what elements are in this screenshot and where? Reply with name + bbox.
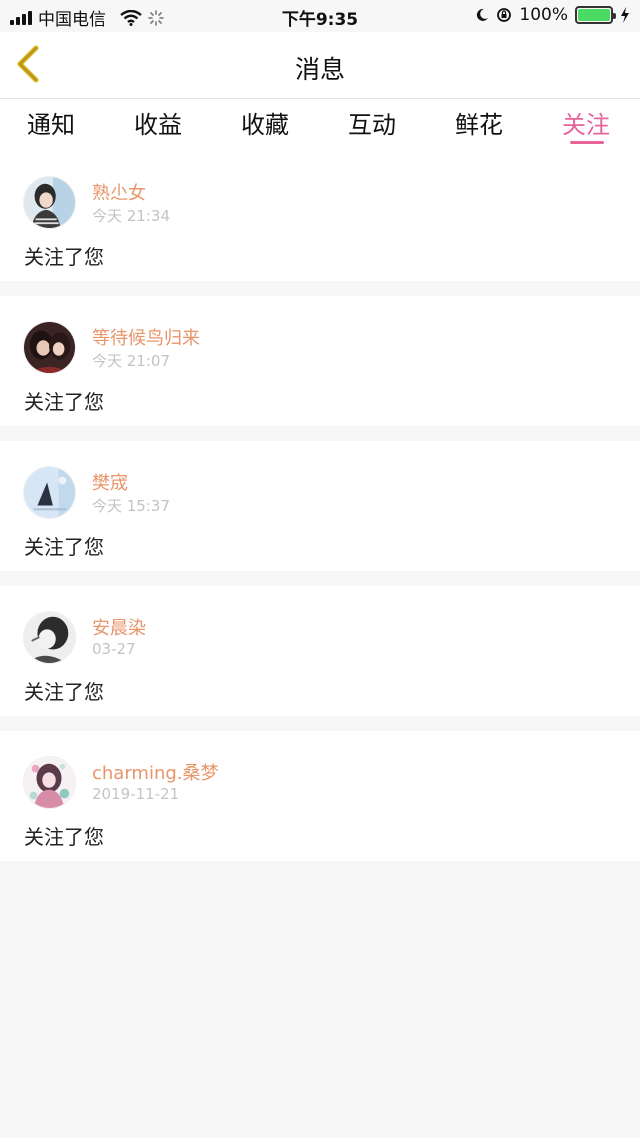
tab-favorites[interactable]: 收藏 — [220, 105, 310, 140]
message-text: 关注了您 — [24, 535, 104, 559]
username[interactable]: 熟尐女 — [92, 179, 146, 205]
list-item[interactable]: 樊宬 今天 15:37 关注了您 — [0, 441, 640, 571]
notification-list: 熟尐女 今天 21:34 关注了您 等待候鸟归来 今天 21:07 关注了您 樊… — [0, 151, 640, 861]
tab-earnings[interactable]: 收益 — [113, 105, 203, 140]
tab-follows[interactable]: 关注 — [541, 105, 631, 140]
avatar[interactable] — [23, 321, 76, 374]
avatar[interactable] — [23, 466, 76, 519]
avatar[interactable] — [23, 611, 76, 664]
moon-icon — [477, 8, 489, 21]
battery-icon — [575, 6, 616, 24]
username[interactable]: 等待候鸟归来 — [92, 324, 200, 350]
tab-bar: 通知 收益 收藏 互动 鲜花 关注 — [0, 99, 640, 151]
page-title: 消息 — [294, 55, 345, 84]
active-tab-indicator — [570, 141, 604, 144]
avatar[interactable] — [23, 756, 76, 809]
message-text: 关注了您 — [24, 245, 104, 269]
avatar[interactable] — [23, 176, 76, 229]
nav-bar: 消息 — [0, 32, 640, 99]
charging-icon — [621, 7, 629, 23]
list-item[interactable]: 安晨染 03-27 关注了您 — [0, 586, 640, 716]
list-item[interactable]: 熟尐女 今天 21:34 关注了您 — [0, 151, 640, 281]
list-item[interactable]: 等待候鸟归来 今天 21:07 关注了您 — [0, 296, 640, 426]
username[interactable]: charming.桑梦 — [92, 759, 219, 785]
status-bar: 中国电信 下午9:35 100% — [0, 0, 640, 32]
username[interactable]: 樊宬 — [92, 469, 128, 495]
timestamp: 03-27 — [92, 640, 136, 658]
status-right: 100% — [475, 5, 630, 25]
tab-flowers[interactable]: 鲜花 — [434, 105, 524, 140]
username[interactable]: 安晨染 — [92, 614, 146, 640]
timestamp: 今天 21:34 — [92, 207, 170, 225]
rotation-lock-icon — [497, 8, 512, 22]
message-text: 关注了您 — [24, 680, 104, 704]
message-text: 关注了您 — [24, 390, 104, 414]
tab-notifications[interactable]: 通知 — [6, 105, 96, 140]
timestamp: 2019-11-21 — [92, 785, 180, 803]
message-text: 关注了您 — [24, 825, 104, 849]
timestamp: 今天 15:37 — [92, 497, 170, 515]
timestamp: 今天 21:07 — [92, 352, 170, 370]
tab-interactions[interactable]: 互动 — [327, 105, 417, 140]
battery-percent: 100% — [519, 5, 568, 25]
list-item[interactable]: charming.桑梦 2019-11-21 关注了您 — [0, 731, 640, 861]
